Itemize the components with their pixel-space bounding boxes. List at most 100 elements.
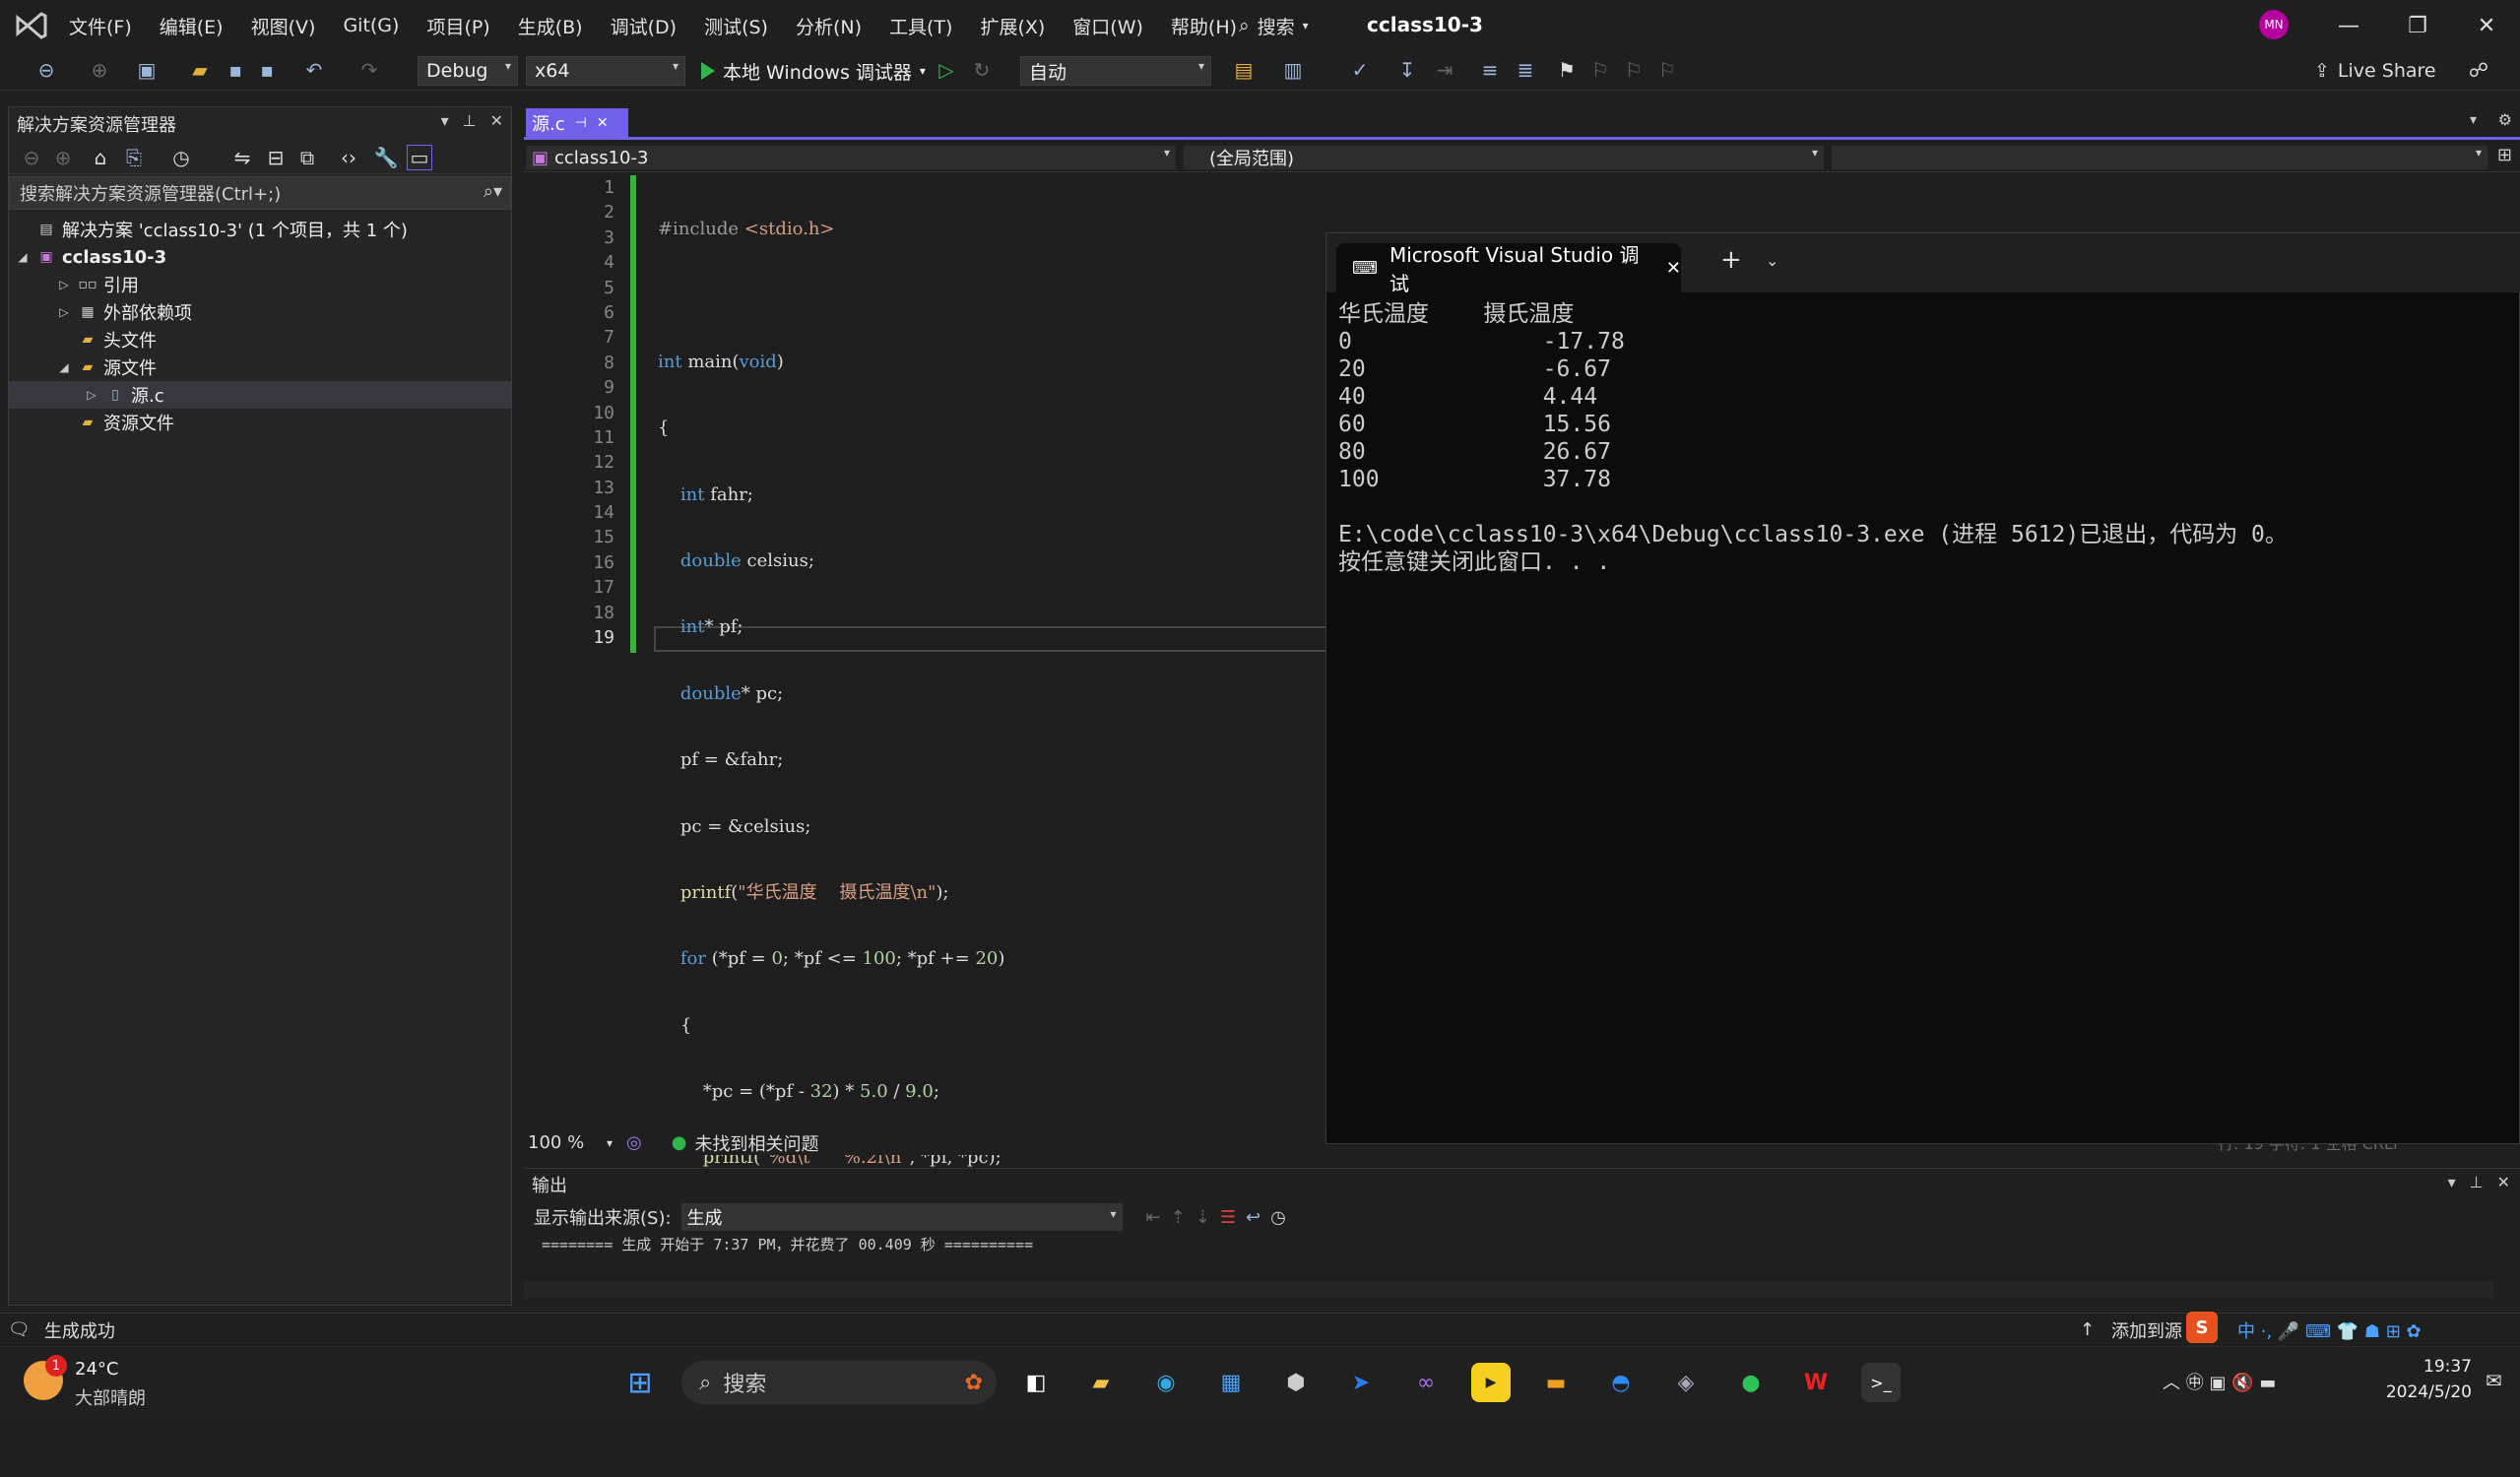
- task-view-icon[interactable]: ◧: [1016, 1363, 1056, 1402]
- layout-icon[interactable]: ▥: [1280, 57, 1306, 83]
- clear-all-icon[interactable]: ☰: [1220, 1207, 1236, 1228]
- feishu-icon[interactable]: ➤: [1341, 1363, 1381, 1402]
- visual-studio-icon[interactable]: ∞: [1406, 1363, 1446, 1402]
- forward-icon[interactable]: ⊕: [50, 145, 76, 170]
- slides-icon[interactable]: ▬: [1536, 1363, 1576, 1402]
- split-icon[interactable]: ⊞: [2497, 145, 2512, 165]
- upload-icon[interactable]: ↑: [2080, 1319, 2095, 1340]
- pin-icon[interactable]: ⊥: [2470, 1173, 2484, 1191]
- add-to-source-control[interactable]: 添加到源: [2111, 1317, 2182, 1343]
- properties-icon[interactable]: 🔧: [373, 145, 399, 170]
- player-icon[interactable]: ▶: [1471, 1363, 1511, 1402]
- expanded-arrow-icon[interactable]: ◢: [56, 360, 72, 374]
- start-icon[interactable]: ⊞: [620, 1363, 660, 1402]
- new-tab-icon[interactable]: +: [1720, 245, 1742, 275]
- output-text[interactable]: ======== 生成 开始于 7:37 PM，并花费了 00.409 秒 ==…: [524, 1234, 2520, 1253]
- member-nav-select[interactable]: ▾: [1832, 146, 2488, 169]
- minimize-icon[interactable]: —: [2314, 0, 2383, 51]
- collapsed-arrow-icon[interactable]: ▷: [56, 278, 72, 291]
- clock-date[interactable]: 2024/5/20: [2363, 1382, 2472, 1402]
- collapsed-arrow-icon[interactable]: ▷: [56, 305, 72, 319]
- weather-desc[interactable]: 大部晴朗: [75, 1384, 146, 1410]
- gear-icon[interactable]: ⚙: [2498, 110, 2512, 129]
- scope-nav-select[interactable]: (全局范围) ▾: [1184, 146, 1824, 169]
- store-icon[interactable]: ▦: [1211, 1363, 1251, 1402]
- tray-icons[interactable]: ︿ ㊥ ▣ 🔇 ▬: [2163, 1369, 2276, 1394]
- chevron-down-icon[interactable]: ⌄: [1766, 251, 1778, 270]
- menu-extensions[interactable]: 扩展(X): [966, 13, 1059, 39]
- horizontal-scrollbar[interactable]: [524, 1281, 2493, 1299]
- wps-icon[interactable]: W: [1796, 1363, 1836, 1402]
- auto-select[interactable]: 自动 ▾: [1020, 56, 1211, 86]
- close-icon[interactable]: ✕: [2497, 1173, 2510, 1191]
- menu-window[interactable]: 窗口(W): [1059, 13, 1157, 39]
- outdent-icon[interactable]: ≣: [1513, 57, 1538, 83]
- restore-icon[interactable]: ❐: [2383, 0, 2452, 51]
- redo-icon[interactable]: ↷: [356, 57, 382, 83]
- step-icon[interactable]: ↧: [1394, 57, 1420, 83]
- issues-status[interactable]: 未找到相关问题: [694, 1130, 818, 1156]
- spellcheck-icon[interactable]: ✓: [1347, 57, 1373, 83]
- pending-changes-icon[interactable]: ◷: [168, 145, 194, 170]
- whiteboard-icon[interactable]: ◓: [1601, 1363, 1641, 1402]
- collapse-all-icon[interactable]: ⊟: [263, 145, 289, 170]
- new-project-icon[interactable]: ▣: [134, 57, 160, 83]
- save-all-icon[interactable]: ▪: [254, 57, 280, 83]
- configuration-select[interactable]: Debug ▾: [418, 56, 518, 86]
- tree-node-external-deps[interactable]: ▷ ▦ 外部依赖项: [9, 298, 511, 326]
- forward-icon[interactable]: ⊕: [87, 57, 112, 83]
- vpn-icon[interactable]: ◈: [1666, 1363, 1706, 1402]
- tree-node-resource-files[interactable]: ▰ 资源文件: [9, 409, 511, 436]
- project-nav-select[interactable]: ▣ cclass10-3 ▾: [526, 146, 1176, 169]
- pin-icon[interactable]: ⊥: [463, 111, 477, 130]
- sogou-ime-icon[interactable]: S: [2186, 1312, 2218, 1343]
- clear-bookmark-icon[interactable]: ⚐: [1654, 57, 1680, 83]
- dropdown-icon[interactable]: ▾: [2448, 1173, 2456, 1191]
- debug-console-window[interactable]: ⌨ Microsoft Visual Studio 调试 ✕ + ⌄ 华氏温度 …: [1325, 232, 2520, 1144]
- open-folder-icon[interactable]: ▰: [187, 57, 213, 83]
- close-icon[interactable]: ✕: [490, 111, 503, 130]
- pin-icon[interactable]: ⊣: [575, 115, 587, 131]
- bookmark-icon[interactable]: ⚑: [1554, 57, 1580, 83]
- menu-debug[interactable]: 调试(D): [597, 13, 690, 39]
- home-icon[interactable]: ⌂: [88, 145, 113, 170]
- expanded-arrow-icon[interactable]: ◢: [15, 250, 31, 264]
- next-bookmark-icon[interactable]: ⚐: [1621, 57, 1647, 83]
- prev-message-icon[interactable]: ⇡: [1171, 1207, 1186, 1228]
- code-view-icon[interactable]: ‹›: [336, 145, 361, 170]
- copilot-icon[interactable]: ◎: [626, 1132, 642, 1153]
- console-tab[interactable]: ⌨ Microsoft Visual Studio 调试 ✕: [1336, 243, 1681, 295]
- menu-git[interactable]: Git(G): [329, 15, 413, 36]
- chevron-down-icon[interactable]: ▾: [607, 1136, 613, 1150]
- undo-icon[interactable]: ↶: [301, 57, 327, 83]
- feedback-icon[interactable]: ☍: [2466, 57, 2491, 83]
- prev-bookmark-icon[interactable]: ⚐: [1587, 57, 1613, 83]
- restart-icon[interactable]: ↻: [969, 57, 995, 83]
- back-icon[interactable]: ⊖: [33, 57, 59, 83]
- show-all-files-icon[interactable]: ⧉: [294, 145, 320, 170]
- close-icon[interactable]: ✕: [597, 115, 609, 131]
- indent-icon[interactable]: ≡: [1477, 57, 1503, 83]
- menu-project[interactable]: 项目(P): [413, 13, 503, 39]
- menu-analyze[interactable]: 分析(N): [782, 13, 875, 39]
- next-message-icon[interactable]: ⇣: [1195, 1207, 1210, 1228]
- tree-node-solution[interactable]: ▤ 解决方案 'cclass10-3' (1 个项目，共 1 个): [9, 216, 511, 243]
- clock-icon[interactable]: ◷: [1270, 1207, 1286, 1228]
- folder-icon[interactable]: ▤: [1231, 57, 1257, 83]
- menu-build[interactable]: 生成(B): [504, 13, 597, 39]
- tab-source-c[interactable]: 源.c ⊣ ✕: [526, 108, 628, 137]
- output-source-select[interactable]: 生成 ▾: [680, 1203, 1123, 1231]
- solution-explorer-search[interactable]: 搜索解决方案资源管理器(Ctrl+;) ⌕▾: [9, 176, 511, 210]
- tree-node-project[interactable]: ◢ ▣ cclass10-3: [9, 243, 511, 271]
- back-icon[interactable]: ⊖: [19, 145, 44, 170]
- avatar[interactable]: MN: [2259, 10, 2289, 39]
- notification-icon[interactable]: ✉: [2486, 1369, 2502, 1392]
- clock-time[interactable]: 19:37: [2403, 1357, 2472, 1377]
- live-share-button[interactable]: ⇪ Live Share: [2314, 57, 2436, 85]
- unity-icon[interactable]: ⬢: [1276, 1363, 1316, 1402]
- dropdown-icon[interactable]: ▾: [441, 111, 449, 130]
- find-icon[interactable]: ⇤: [1146, 1207, 1161, 1228]
- close-icon[interactable]: ✕: [2452, 0, 2520, 51]
- menu-file[interactable]: 文件(F): [55, 13, 146, 39]
- tree-node-references[interactable]: ▷ ▫▫ 引用: [9, 271, 511, 298]
